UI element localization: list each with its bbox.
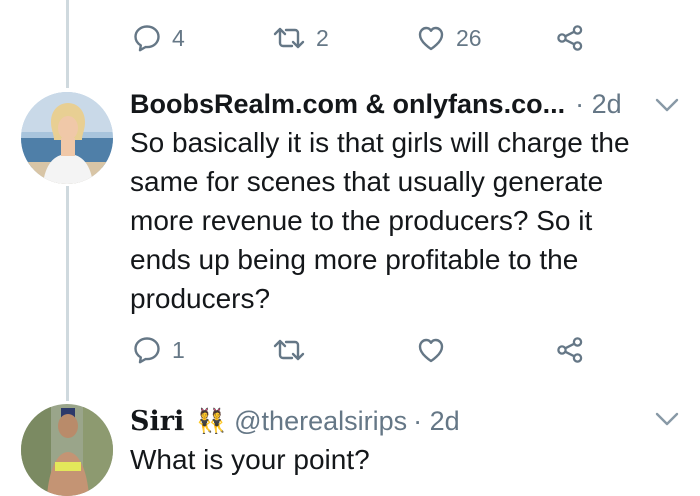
like-icon	[416, 335, 446, 365]
tweet2-header: Siri 👯 @therealsirips · 2d	[130, 403, 460, 439]
tweet-text-line: ends up being more profitable to the	[130, 244, 579, 275]
tweet2-text: What is your point?	[130, 440, 690, 479]
tweet-text-line: So basically it is that girls will charg…	[130, 127, 630, 158]
share-button[interactable]	[555, 330, 585, 370]
share-icon	[555, 23, 585, 53]
chevron-down-icon	[655, 412, 679, 426]
tweet-text-line: What is your point?	[130, 444, 370, 475]
reply-button[interactable]: 4	[132, 18, 185, 58]
timestamp[interactable]: · 2d	[575, 89, 622, 120]
reply-count: 4	[172, 24, 185, 51]
reply-button[interactable]: 1	[132, 330, 185, 370]
retweet-icon	[272, 23, 306, 53]
tweet-text-line: producers?	[130, 283, 271, 314]
tweet1-text: So basically it is that girls will charg…	[130, 123, 690, 318]
top-action-bar: 4 2 26	[0, 18, 700, 58]
tweet1-action-bar: 1	[0, 330, 700, 370]
emoji: 👯	[196, 407, 227, 435]
tweet2-menu-button[interactable]	[653, 409, 681, 429]
handle[interactable]: @therealsirips	[234, 406, 407, 437]
display-name[interactable]: Siri	[130, 406, 184, 437]
share-icon	[555, 335, 585, 365]
retweet-icon	[272, 335, 306, 365]
avatar[interactable]	[21, 404, 113, 496]
timestamp[interactable]: · 2d	[413, 406, 460, 437]
like-button[interactable]	[416, 330, 446, 370]
tweet-text-line: same for scenes that usually generate	[130, 166, 604, 197]
retweet-count: 2	[316, 24, 329, 51]
share-button[interactable]	[555, 18, 585, 58]
tweet1-menu-button[interactable]	[653, 95, 681, 115]
reply-icon	[132, 335, 162, 365]
tweet-text-line: more revenue to the producers? So it	[130, 205, 593, 236]
like-count: 26	[456, 24, 482, 51]
chevron-down-icon	[655, 98, 679, 112]
tweet1-header: BoobsRealm.com & onlyfans.co... · 2d	[130, 86, 622, 122]
avatar[interactable]	[21, 92, 113, 184]
retweet-button[interactable]: 2	[272, 18, 329, 58]
display-name[interactable]: BoobsRealm.com & onlyfans.co...	[130, 89, 565, 120]
like-icon	[416, 23, 446, 53]
like-button[interactable]: 26	[416, 18, 482, 58]
reply-icon	[132, 23, 162, 53]
retweet-button[interactable]	[272, 330, 306, 370]
reply-count: 1	[172, 336, 185, 363]
